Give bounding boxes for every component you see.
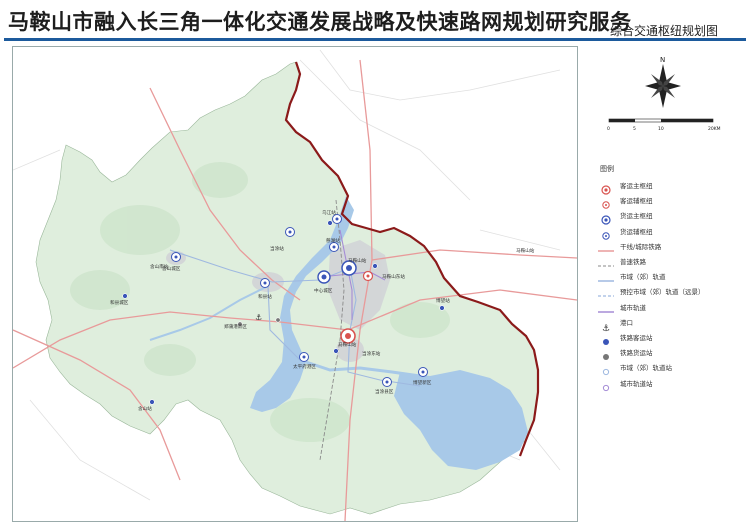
map-label: 博望站 (436, 297, 450, 304)
scale-bar: 0 5 10 20KM (607, 118, 721, 132)
scale-tick: 20KM (708, 126, 721, 132)
legend-item: 货运主枢纽 (598, 209, 738, 225)
legend-item-label: 港口 (620, 318, 633, 327)
scale-tick: 0 (607, 126, 610, 132)
legend-item-label: 铁路客运站 (620, 334, 653, 342)
passenger-main-hub[interactable] (340, 328, 356, 344)
svg-text:⚓: ⚓ (255, 313, 262, 322)
legend-item-label: 普速铁路 (620, 258, 646, 266)
legend-item: 客运辅枢纽 (598, 194, 738, 209)
legend-item-label: 铁路货运站 (620, 349, 653, 358)
legend-item: 市域（郊）轨道 (598, 270, 738, 282)
legend-item: 干线/城际铁路 (598, 240, 738, 252)
map-label: 马鞍山站 (348, 257, 367, 264)
map-label: 博望新区 (413, 379, 432, 386)
legend-item: 客运主枢纽 (598, 179, 738, 195)
legend-item-label: 预控市域（郊）轨道（远景） (620, 288, 705, 297)
north-label: N (660, 56, 665, 64)
map-label: 和县站 (258, 293, 272, 300)
legend-item-label: 城市轨道 (620, 303, 646, 312)
passenger-aux-hub-icon (598, 195, 614, 209)
map-label: 含山站 (138, 405, 152, 412)
scale-tick: 10 (658, 126, 664, 132)
rail-passenger-station-icon (598, 332, 614, 345)
port-anchor-icon: ⚓ (598, 317, 614, 334)
suburban-rail-line-icon (598, 271, 614, 282)
scale-tick: 5 (633, 126, 636, 132)
north-arrow-icon: N (645, 56, 681, 108)
map-label: 马鞍山站 (338, 341, 357, 348)
passenger-aux-hub[interactable] (362, 270, 374, 282)
freight-aux-hub-icon (598, 226, 614, 240)
map-sheet: 马鞍山市融入长三角一体化交通发展战略及快速路网规划研究服务 综合交通枢纽规划图 (0, 0, 750, 529)
legend-item: 普速铁路 (598, 255, 738, 267)
map-label: 乌江站 (322, 209, 336, 216)
reserved-suburban-rail-line-icon (598, 286, 614, 298)
intercity-rail-line-icon (598, 241, 614, 252)
map-label: 含山城区 (162, 265, 181, 272)
freight-main-hub-2[interactable] (317, 270, 331, 284)
legend-item-label: 货运主枢纽 (620, 212, 653, 221)
map-label: 当涂站 (270, 245, 284, 252)
legend-item: ⚓ 港口 (598, 316, 738, 334)
rail-freight-station-icon (598, 347, 614, 361)
map-label: 慈湖站 (326, 237, 340, 244)
legend-item: 货运辅枢纽 (598, 225, 738, 240)
legend-item: 市域（郊）轨道站 (598, 361, 738, 376)
freight-main-hub-icon (598, 210, 614, 225)
legend-item: 铁路货运站 (598, 346, 738, 361)
legend-item-label: 城市轨道站 (620, 379, 653, 388)
legend-item: 城市轨道 (598, 301, 738, 313)
legend-item-label: 客运主枢纽 (620, 182, 653, 190)
map-label: 马鞍山东站 (382, 273, 405, 280)
legend-item: 预控市域（郊）轨道（远景） (598, 285, 738, 298)
legend-item-label: 客运辅枢纽 (620, 197, 653, 206)
legend-item-label: 货运辅枢纽 (620, 227, 653, 236)
map-label: 当涂东站 (362, 350, 381, 357)
urban-rail-station-icon (598, 378, 614, 391)
map-label: 马鞍山站 (516, 247, 535, 254)
legend-item: 城市轨道站 (598, 377, 738, 391)
map-label: 中心城区 (314, 287, 333, 294)
map-label: 和县城区 (110, 299, 129, 306)
passenger-main-hub-icon (598, 180, 614, 195)
legend-item: 铁路客运站 (598, 331, 738, 345)
port-anchor-icon: ⚓ (255, 313, 262, 322)
map-label: 郑蒲港新区 (224, 323, 247, 330)
map-label: 太平府港区 (293, 363, 316, 370)
suburban-rail-station-icon (598, 362, 614, 376)
map-label: 当涂县区 (375, 388, 394, 395)
legend-item-label: 市域（郊）轨道 (620, 273, 666, 282)
urban-rail-line-icon (598, 302, 614, 313)
legend-item-label: 市域（郊）轨道站 (620, 364, 672, 373)
normal-rail-line-icon (598, 256, 614, 267)
legend-item-label: 干线/城际铁路 (620, 242, 662, 251)
legend-title: 图例 (600, 165, 614, 173)
